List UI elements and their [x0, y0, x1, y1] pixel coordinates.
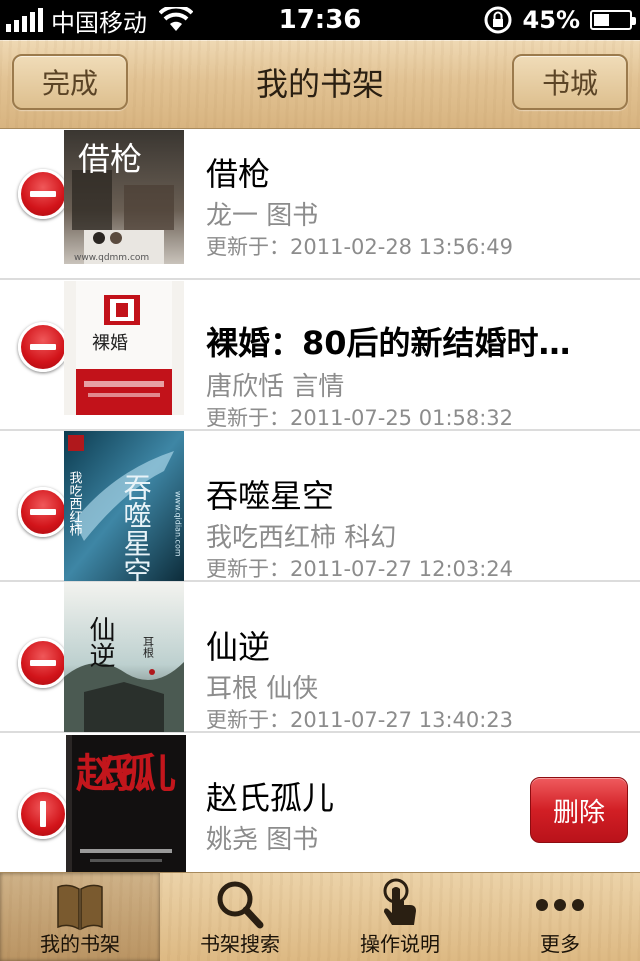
delete-toggle-icon[interactable]	[18, 789, 68, 839]
book-icon	[57, 884, 103, 931]
tab-label: 我的书架	[40, 932, 120, 956]
cover-title: 裸婚	[92, 333, 128, 354]
status-bar: 中国移动 17:36 45%	[0, 0, 640, 40]
tab-label: 操作说明	[360, 932, 440, 956]
book-row[interactable]: 裸婚 裸婚：80后的新结婚时… 唐欣恬 言情 更新于：2011-07-25 01…	[0, 280, 640, 431]
book-row[interactable]: 赵氏孤儿 赵氏孤儿 姚尧 图书 删除	[0, 733, 640, 886]
book-author-category: 唐欣恬 言情	[206, 372, 345, 402]
book-cover: 赵氏孤儿	[66, 735, 186, 883]
book-cover: 借枪 www.qdmm.com	[64, 130, 184, 264]
book-author-category: 龙一 图书	[206, 201, 319, 231]
cover-title: 赵氏孤儿	[76, 751, 176, 797]
book-title: 裸婚：80后的新结婚时…	[206, 324, 571, 362]
tab-label: 更多	[540, 932, 580, 956]
book-row[interactable]: 借枪 www.qdmm.com 借枪 龙一 图书 更新于：2011-02-28 …	[0, 129, 640, 280]
book-cover: 吞噬星空 我吃西红柿 www.qidian.com	[64, 431, 184, 581]
book-author-category: 耳根 仙侠	[206, 674, 319, 704]
book-title: 赵氏孤儿	[206, 779, 335, 817]
delete-toggle-icon[interactable]	[18, 487, 68, 537]
book-updated-time: 更新于：2011-07-27 12:03:24	[206, 557, 514, 581]
cover-title: 吞噬星空	[120, 473, 153, 581]
book-row[interactable]: 仙逆 耳根 仙逆 耳根 仙侠 更新于：2011-07-27 13:40:23	[0, 582, 640, 733]
cover-title: 仙逆	[85, 616, 115, 668]
book-cover: 裸婚	[64, 281, 184, 415]
more-icon	[536, 899, 584, 911]
book-updated-time: 更新于：2011-02-28 13:56:49	[206, 235, 514, 259]
delete-toggle-icon[interactable]	[18, 169, 68, 219]
hand-pointer-icon	[383, 878, 416, 925]
delete-button[interactable]: 删除	[530, 777, 628, 843]
book-list: 借枪 www.qdmm.com 借枪 龙一 图书 更新于：2011-02-28 …	[0, 129, 640, 886]
rotation-lock-icon	[484, 6, 512, 34]
search-icon	[217, 881, 264, 929]
delete-toggle-icon[interactable]	[18, 322, 68, 372]
tab-label: 书架搜索	[200, 932, 280, 956]
battery-icon	[590, 10, 636, 30]
book-updated-time: 更新于：2011-07-25 01:58:32	[206, 406, 514, 430]
book-author-category: 我吃西红柿 科幻	[206, 523, 397, 553]
cover-author: 耳根	[142, 636, 155, 659]
cover-url: www.qidian.com	[174, 491, 183, 557]
delete-toggle-icon[interactable]	[18, 638, 68, 688]
battery-percentage: 45%	[522, 6, 580, 34]
navigation-bar: 完成 我的书架 书城	[0, 40, 640, 129]
tab-instructions[interactable]: 操作说明	[320, 873, 480, 961]
book-author-category: 姚尧 图书	[206, 825, 319, 855]
tab-bar: 我的书架 书架搜索 操作说明 更多	[0, 872, 640, 961]
cover-author: 我吃西红柿	[67, 471, 83, 536]
book-title: 吞噬星空	[206, 477, 335, 515]
cover-url: www.qdmm.com	[74, 253, 149, 263]
book-title: 仙逆	[206, 628, 271, 666]
book-row[interactable]: 吞噬星空 我吃西红柿 www.qidian.com 吞噬星空 我吃西红柿 科幻 …	[0, 431, 640, 582]
cover-title: 借枪	[78, 140, 142, 178]
book-title: 借枪	[206, 155, 271, 193]
tab-shelf-search[interactable]: 书架搜索	[160, 873, 320, 961]
tab-bookshelf[interactable]: 我的书架	[0, 873, 160, 961]
bookstore-button[interactable]: 书城	[512, 54, 628, 110]
tab-more[interactable]: 更多	[480, 873, 640, 961]
book-cover: 仙逆 耳根	[64, 582, 184, 732]
book-updated-time: 更新于：2011-07-27 13:40:23	[206, 708, 514, 732]
